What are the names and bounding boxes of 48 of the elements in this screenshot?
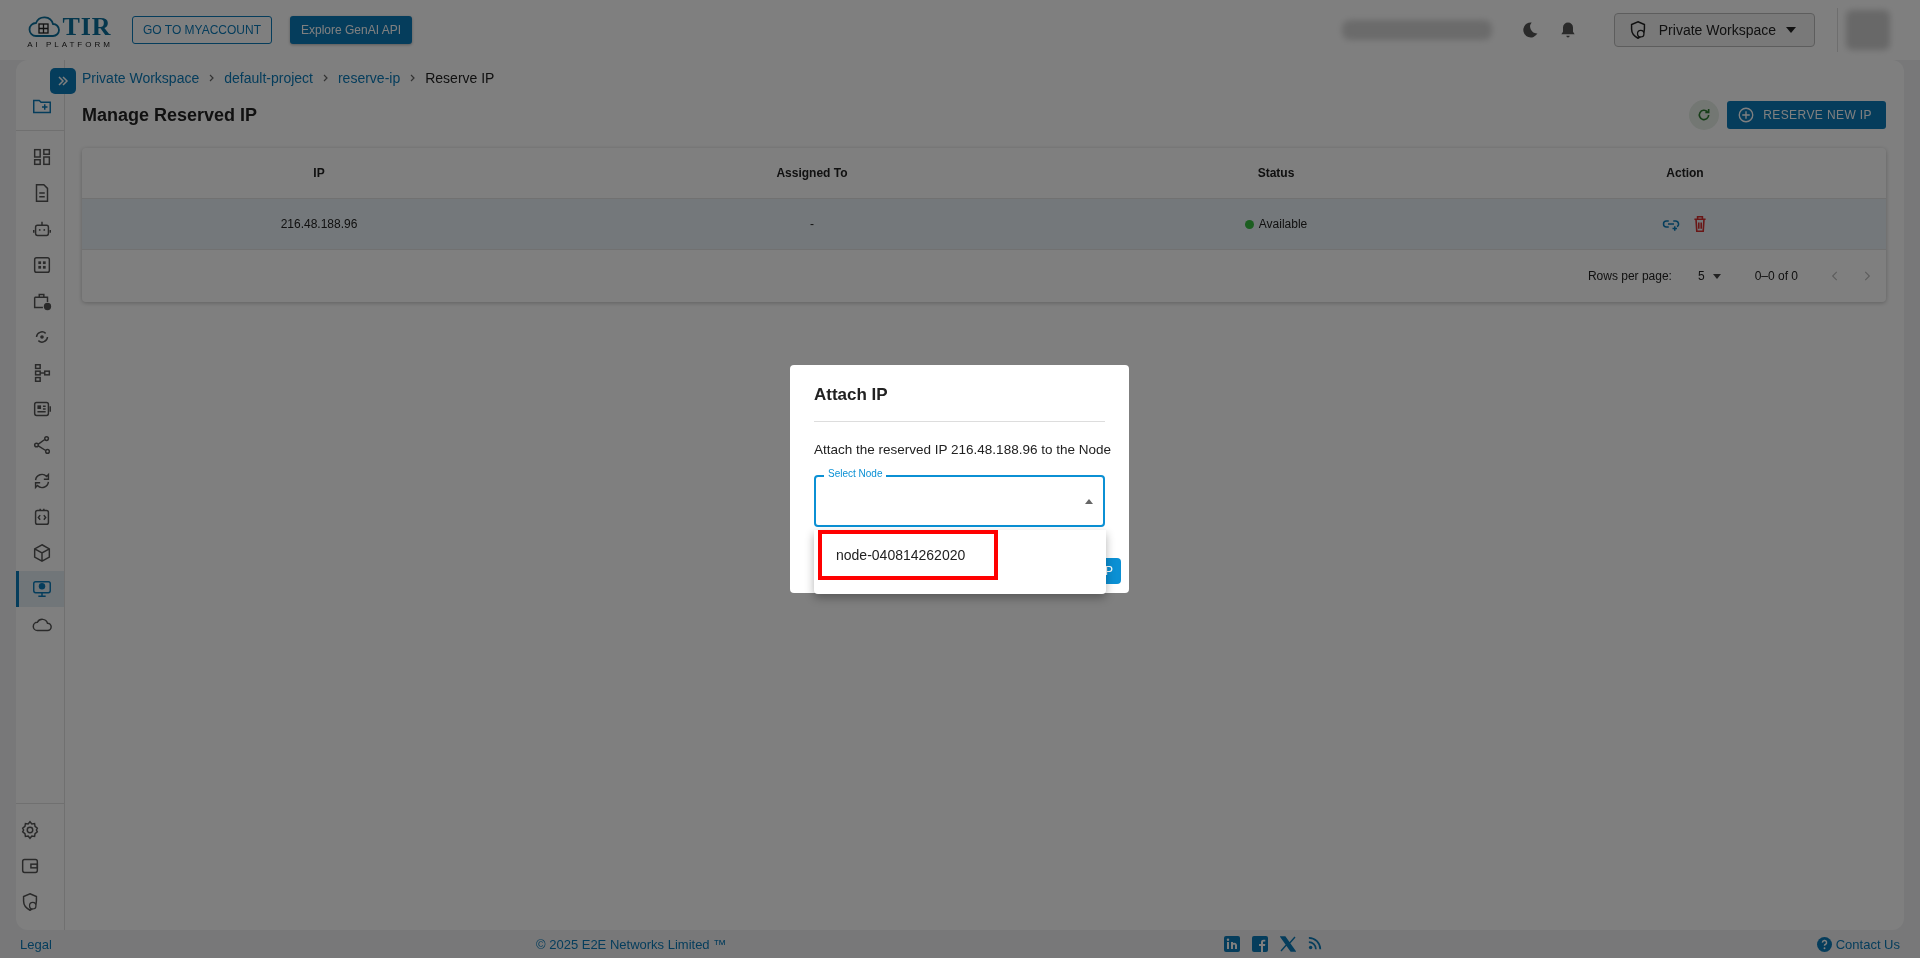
column-header: Action xyxy=(1666,166,1704,180)
chevron-icon xyxy=(410,74,416,82)
double-chevron-icon xyxy=(57,75,69,87)
reserve-new-ip-button[interactable]: RESERVE NEW IP xyxy=(1727,101,1886,129)
workspace-select[interactable]: Private Workspace xyxy=(1613,13,1815,47)
copyright-text: © 2025 E2E Networks Limited ™ xyxy=(536,936,727,952)
chevron-icon xyxy=(322,74,328,82)
caret-icon xyxy=(1712,273,1721,279)
genai-button[interactable]: Explore GenAI API xyxy=(290,16,413,44)
breadcrumb-link[interactable]: default-project xyxy=(224,70,313,86)
chevron-icon xyxy=(209,74,215,82)
column-header: Assigned To xyxy=(776,166,848,180)
dialog-title: Attach IP xyxy=(814,385,1105,422)
facebook-icon[interactable] xyxy=(1252,936,1268,952)
logo-text: TIR xyxy=(62,11,112,42)
table-cell: - xyxy=(810,217,814,231)
dialog-message: Attach the reserved IP 216.48.188.96 to the Node xyxy=(814,442,1111,457)
monitor-icon xyxy=(30,578,53,600)
plus-circle-icon xyxy=(1737,106,1756,124)
table-cell: 216.48.188.96 xyxy=(280,217,358,231)
myaccount-button[interactable]: GO TO MYACCOUNT xyxy=(132,16,272,44)
dropdown-option[interactable]: node-040814262020 xyxy=(818,530,998,580)
expand-button[interactable] xyxy=(50,68,76,94)
field-label: Select Node xyxy=(824,468,887,480)
x-icon[interactable] xyxy=(1280,936,1296,952)
contact-link[interactable]: Contact Us xyxy=(1816,936,1900,952)
caret-icon xyxy=(1786,27,1796,33)
page-title: Manage Reserved IP xyxy=(82,104,259,126)
status-text: Available xyxy=(1258,217,1308,231)
delete-icon[interactable] xyxy=(1692,215,1708,233)
sidebar-item[interactable] xyxy=(16,571,64,607)
page-range: 0–0 of 0 xyxy=(1754,269,1798,283)
refresh-button[interactable] xyxy=(1689,100,1720,130)
column-header: Status xyxy=(1257,166,1295,180)
logo-tagline: AI PLATFORM xyxy=(27,39,113,49)
breadcrumb-link[interactable]: reserve-ip xyxy=(337,70,401,86)
rows-per-page-label: Rows per page: xyxy=(1587,269,1672,283)
column-header: IP xyxy=(313,166,325,180)
breadcrumb-link[interactable]: Private Workspace xyxy=(82,70,200,86)
settings-icon xyxy=(19,819,41,841)
logo[interactable]: TIR AI PLATFORM xyxy=(26,11,114,49)
caret-icon xyxy=(1085,498,1093,504)
rows-per-page-select[interactable]: 5 xyxy=(1697,269,1721,283)
help-icon xyxy=(1816,936,1832,952)
rss-icon[interactable] xyxy=(1308,936,1322,950)
linkedin-icon[interactable] xyxy=(1224,936,1240,952)
legal-link[interactable]: Legal xyxy=(20,936,52,952)
breadcrumb-current: Reserve IP xyxy=(425,70,495,86)
